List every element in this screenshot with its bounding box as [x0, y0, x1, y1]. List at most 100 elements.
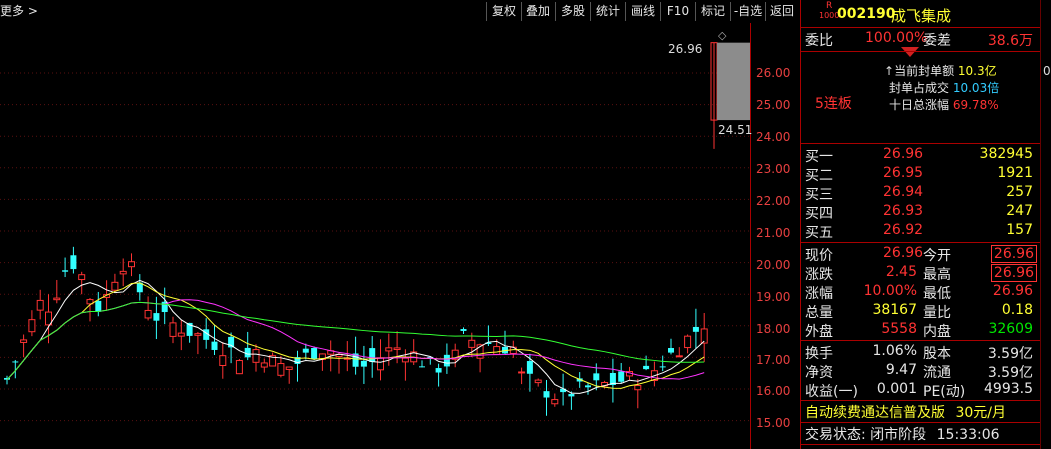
triangle-down-icon — [901, 47, 919, 57]
toolbar: 更多 > 复权 叠加 多股 统计 画线 F10 标记 -自选 返回 — [0, 0, 800, 23]
lianban-label: 5连板 — [815, 96, 852, 112]
candle-body — [244, 347, 251, 358]
f10-button[interactable]: F10 — [661, 2, 696, 21]
price-tick: 26.00 — [756, 66, 791, 80]
candle-body — [252, 349, 260, 363]
candle-body — [593, 373, 600, 381]
candle-body — [568, 393, 575, 397]
bid-price: 26.94 — [883, 184, 924, 200]
candle-body — [643, 365, 650, 370]
bid-volume: 157 — [1006, 222, 1033, 238]
status-row: 交易状态: 闭市阶段 15:33:06 — [805, 427, 1000, 443]
candle-body — [36, 299, 44, 311]
promo-price: 30元/月 — [955, 405, 1006, 421]
fanhui-button[interactable]: 返回 — [766, 2, 798, 21]
promo-text[interactable]: 自动续费通达信普及版 — [805, 405, 945, 421]
price-tick: 17.00 — [756, 353, 791, 367]
bid-price: 26.95 — [883, 165, 924, 181]
bid-price: 26.92 — [883, 222, 924, 238]
candle-body — [443, 354, 450, 367]
quote-row-zhangdie: 涨跌 2.45 最高 26.96 — [805, 264, 1037, 284]
bid-row[interactable]: 买四 26.93 247 — [805, 203, 1037, 223]
bid-label: 买二 — [805, 168, 833, 184]
candle-body — [78, 274, 86, 281]
bid-row[interactable]: 买一 26.96 382945 — [805, 146, 1037, 166]
price-tick: 20.00 — [756, 258, 791, 272]
candle-body — [385, 347, 393, 352]
right-strip-label: 0 — [1043, 64, 1051, 78]
stock-code: 002190 — [837, 6, 896, 22]
huaxian-button[interactable]: 画线 — [626, 2, 661, 21]
more-tab[interactable]: 更多 > — [0, 2, 38, 19]
candle-body — [311, 347, 318, 359]
candle-body — [668, 348, 674, 353]
feng-cheng-row: 封单占成交 10.03倍 — [889, 81, 1000, 95]
bid-label: 买三 — [805, 187, 833, 203]
high-price-label: 26.96 — [668, 42, 703, 56]
candle-body — [634, 385, 642, 391]
candle-body — [419, 366, 425, 368]
duogu-button[interactable]: 多股 — [556, 2, 591, 21]
candle-body — [659, 366, 666, 368]
candle-body — [128, 261, 135, 268]
bid-volume: 257 — [1006, 184, 1033, 200]
bid-volume: 1921 — [997, 165, 1033, 181]
candle-body — [518, 371, 526, 374]
candle-body — [211, 341, 218, 350]
candle-body — [119, 270, 127, 275]
candle-body — [177, 332, 185, 337]
weibi-value: 100.00% — [865, 30, 928, 46]
candle-body — [12, 361, 19, 363]
candle-body — [460, 329, 467, 331]
bid-row[interactable]: 买三 26.94 257 — [805, 184, 1037, 204]
fuquan-button[interactable]: 复权 — [486, 2, 522, 21]
candle-body — [219, 355, 227, 367]
bid-price: 26.93 — [883, 203, 924, 219]
candle-body — [302, 348, 309, 353]
candle-body — [360, 360, 367, 367]
diejia-button[interactable]: 叠加 — [521, 2, 556, 21]
candle-body — [28, 319, 36, 333]
candle-body — [684, 335, 692, 349]
biaoji-button[interactable]: 标记 — [696, 2, 731, 21]
zixuan-button[interactable]: -自选 — [731, 2, 766, 21]
last-price-label: 24.51 — [718, 123, 753, 137]
tongji-button[interactable]: 统计 — [591, 2, 626, 21]
candle-body — [194, 333, 202, 336]
projection-box — [717, 42, 750, 121]
candlestick-chart[interactable] — [0, 23, 750, 449]
price-tick: 19.00 — [756, 290, 791, 304]
candle-body — [692, 326, 699, 332]
candle-body — [585, 385, 591, 388]
weibi-label: 委比 — [805, 33, 833, 49]
candle-body — [260, 362, 268, 368]
bid-row[interactable]: 买二 26.95 1921 — [805, 165, 1037, 185]
candle-body — [369, 348, 376, 363]
candle-body — [111, 281, 119, 291]
candle-body — [95, 300, 102, 312]
candle-body — [534, 379, 542, 384]
diamond-icon: ◇ — [718, 29, 727, 42]
bid-volume: 247 — [1006, 203, 1033, 219]
price-tick: 23.00 — [756, 162, 791, 176]
price-tick: 22.00 — [756, 194, 791, 208]
candle-body — [144, 309, 152, 319]
candle-body — [70, 255, 77, 270]
candle-body — [285, 366, 293, 370]
candle-body — [53, 297, 61, 301]
bid-price: 26.96 — [883, 146, 924, 162]
candle-body — [20, 339, 28, 343]
candle-body — [618, 371, 625, 382]
weicha-label: 委差 — [923, 33, 951, 49]
price-tick: 18.00 — [756, 322, 791, 336]
candle-body — [62, 270, 69, 272]
quote-row-xianjia: 现价 26.96 今开 26.96 — [805, 245, 1037, 265]
quote-panel: R 1000 002190 成飞集成 委比 100.00% 委差 38.6万 ↑… — [800, 0, 1041, 449]
price-tick: 24.00 — [756, 130, 791, 144]
promo-row[interactable]: 自动续费通达信普及版 30元/月 — [805, 402, 1006, 422]
candle-body — [153, 313, 160, 321]
chart-area[interactable]: 更多 > 复权 叠加 多股 统计 画线 F10 标记 -自选 返回 26.00 … — [0, 0, 800, 449]
quote-row-zongliang: 总量 38167 量比 0.18 — [805, 302, 1033, 321]
bid-row[interactable]: 买五 26.92 157 — [805, 222, 1037, 242]
quote-row-zhangfu: 涨幅 10.00% 最低 26.96 — [805, 283, 1033, 302]
